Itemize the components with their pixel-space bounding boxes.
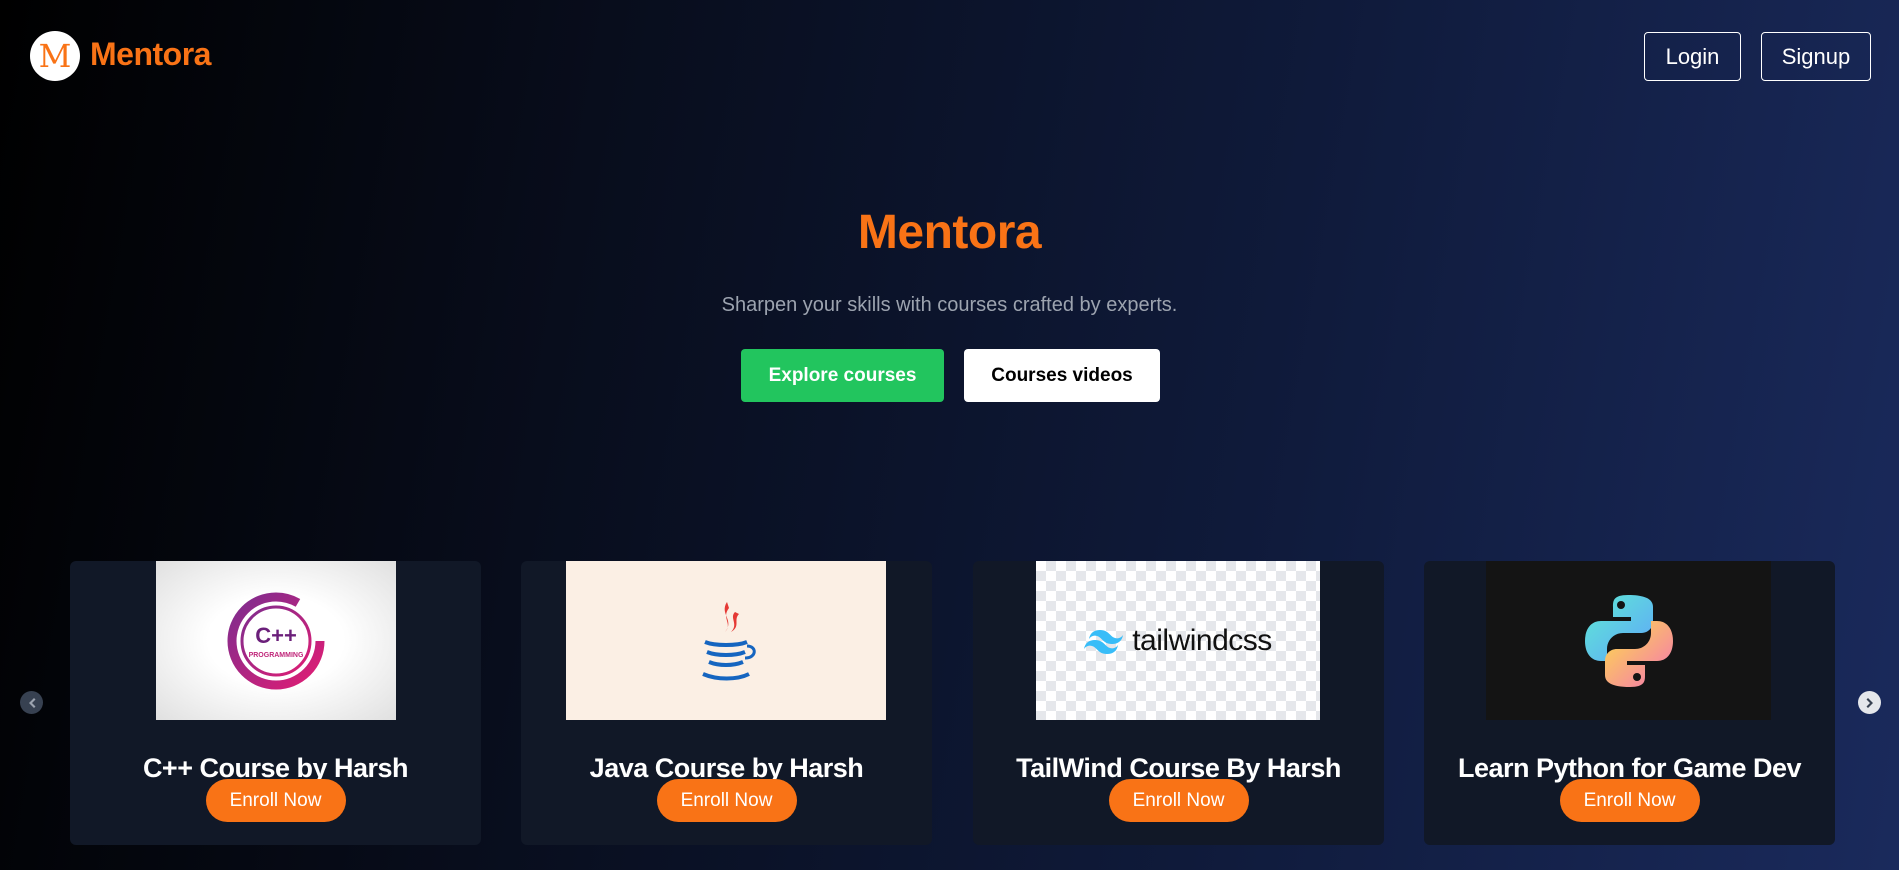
cpp-logo-subtext: PROGRAMMING bbox=[249, 652, 304, 659]
top-navbar: M Mentora Login Signup bbox=[0, 0, 1899, 112]
course-card[interactable]: C++ PROGRAMMING C++ Course by Harsh Enro… bbox=[70, 561, 481, 845]
brand-logo-icon[interactable]: M bbox=[30, 31, 80, 81]
cpp-logo-text: C++ bbox=[255, 623, 297, 648]
cpp-logo-icon: C++ PROGRAMMING bbox=[227, 592, 325, 689]
course-image: C++ PROGRAMMING bbox=[156, 561, 396, 720]
login-button[interactable]: Login bbox=[1644, 32, 1741, 81]
brand-name[interactable]: Mentora bbox=[90, 36, 211, 73]
course-image: tailwindcss bbox=[1036, 561, 1320, 720]
signup-button[interactable]: Signup bbox=[1761, 32, 1871, 81]
hero-subtitle: Sharpen your skills with courses crafted… bbox=[721, 294, 1178, 316]
course-card[interactable]: Learn Python for Game Dev Enroll Now bbox=[1424, 561, 1835, 845]
course-card[interactable]: tailwindcss TailWind Course By Harsh Enr… bbox=[973, 561, 1384, 845]
tailwind-logo-text: tailwindcss bbox=[1132, 623, 1272, 657]
courses-videos-button[interactable]: Courses videos bbox=[964, 349, 1160, 402]
course-image bbox=[566, 561, 886, 720]
explore-courses-button[interactable]: Explore courses bbox=[741, 349, 944, 402]
java-logo-icon bbox=[702, 601, 756, 680]
enroll-now-button[interactable]: Enroll Now bbox=[1108, 779, 1249, 822]
chevron-right-icon[interactable] bbox=[1858, 691, 1881, 714]
enroll-now-button[interactable]: Enroll Now bbox=[205, 779, 346, 822]
python-logo-icon bbox=[1584, 594, 1673, 687]
logo-letter: M bbox=[38, 37, 72, 75]
enroll-now-button[interactable]: Enroll Now bbox=[1559, 779, 1700, 822]
course-card[interactable]: Java Course by Harsh Enroll Now bbox=[521, 561, 932, 845]
course-image bbox=[1486, 561, 1771, 720]
chevron-left-icon[interactable] bbox=[20, 691, 43, 714]
hero-title: Mentora bbox=[857, 206, 1042, 259]
enroll-now-button[interactable]: Enroll Now bbox=[656, 779, 797, 822]
tailwind-logo-icon bbox=[1084, 629, 1124, 654]
